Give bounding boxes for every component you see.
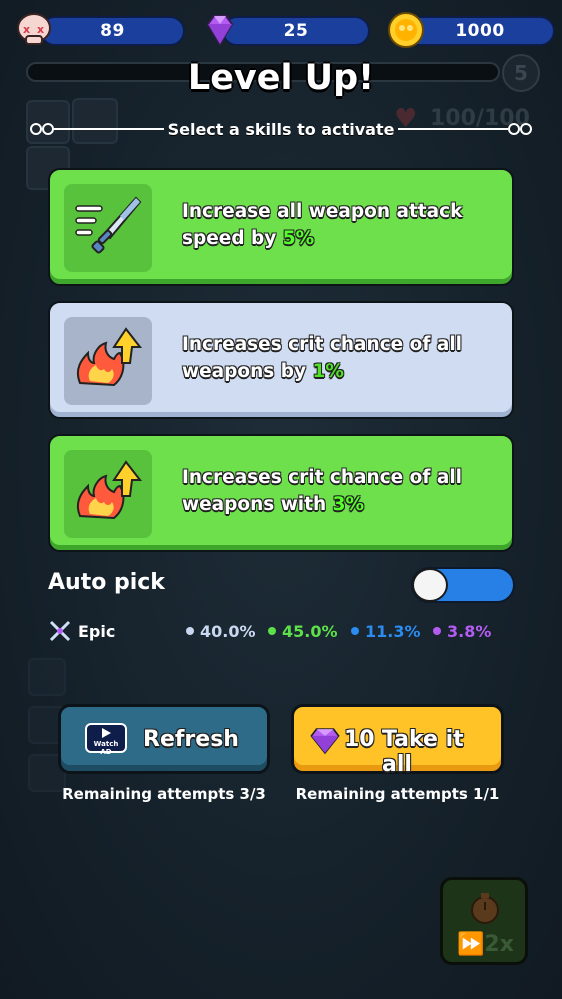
refresh-remaining: Remaining attempts 3/3 [62, 785, 266, 803]
skull-icon: x x [17, 13, 51, 45]
take-it-all-button[interactable]: 10 Take it all [291, 704, 504, 777]
crit-fire-icon [76, 327, 143, 387]
rarity-label: Epic [78, 622, 116, 641]
kills-bar: 89 [40, 16, 185, 46]
take-all-remaining: Remaining attempts 1/1 [295, 785, 500, 803]
skill-card-crit-chance-2[interactable]: Increases crit chance of all weapons wit… [48, 434, 514, 552]
coins-value: 1000 [455, 21, 505, 41]
skill-icon-box [64, 184, 152, 272]
take-all-label: Take it all [382, 727, 464, 777]
auto-pick-toggle[interactable] [411, 567, 515, 603]
skill-line2: speed by [182, 228, 283, 249]
skill-card-attack-speed[interactable]: Increase all weapon attack speed by 5% [48, 168, 514, 286]
coins-bar: 1000 [405, 16, 555, 46]
refresh-button[interactable]: Watch AD Refresh [58, 704, 270, 774]
odds-value: 11.3% [365, 622, 421, 641]
crossed-swords-icon [49, 620, 71, 642]
skill-description: Increase all weapon attack speed by 5% [182, 198, 502, 252]
odds-rare: 11.3% [351, 622, 421, 641]
skill-description: Increases crit chance of all weapons by … [182, 331, 502, 385]
gems-bar: 25 [222, 16, 370, 46]
auto-pick-label: Auto pick [48, 570, 165, 595]
skill-line1: Increases crit chance of all [182, 467, 463, 488]
odds-value: 40.0% [200, 622, 256, 641]
skill-line1: Increases crit chance of all [182, 334, 463, 355]
dialog-title: Level Up! [187, 58, 375, 98]
skill-icon-box [64, 317, 152, 405]
coin-icon [388, 12, 424, 48]
odds-value: 45.0% [282, 622, 338, 641]
skill-value: 1% [312, 361, 344, 382]
skill-line1: Increase all weapon attack [182, 201, 463, 222]
odds-epic: 3.8% [433, 622, 491, 641]
kills-value: 89 [100, 21, 125, 41]
watch-ad-label: Watch AD [93, 740, 119, 756]
speed-toggle-button[interactable]: ⏩2x [440, 877, 528, 965]
watch-ad-badge: Watch AD [85, 723, 127, 756]
ghost-skill-slot [28, 658, 66, 696]
speed-label: ⏩2x [457, 932, 514, 957]
odds-dot [433, 627, 441, 635]
refresh-label: Refresh [143, 727, 239, 752]
play-icon [102, 728, 111, 738]
skill-line2: weapons with [182, 494, 333, 515]
dialog-subtitle: Select a skills to activate [167, 120, 395, 139]
svg-text:x: x [37, 23, 44, 36]
crit-fire-icon [76, 460, 143, 520]
odds-uncommon: 45.0% [268, 622, 338, 641]
stopwatch-icon [471, 893, 499, 924]
svg-text:x: x [23, 23, 30, 36]
sword-speed-icon [75, 196, 142, 254]
gem-icon [206, 15, 234, 46]
odds-value: 3.8% [447, 622, 492, 641]
odds-dot [351, 627, 359, 635]
skill-icon-box [64, 450, 152, 538]
skill-description: Increases crit chance of all weapons wit… [182, 464, 502, 518]
skill-value: 3% [332, 494, 365, 515]
odds-common: 40.0% [186, 622, 256, 641]
take-all-cost: 10 [344, 727, 375, 752]
odds-dot [186, 627, 194, 635]
skill-value: 5% [282, 228, 315, 249]
odds-dot [268, 627, 276, 635]
skill-line2: weapons by [182, 361, 313, 382]
gem-icon [310, 728, 340, 755]
skill-card-crit-chance[interactable]: Increases crit chance of all weapons by … [48, 301, 514, 419]
gems-value: 25 [283, 21, 309, 41]
toggle-knob [412, 568, 448, 602]
